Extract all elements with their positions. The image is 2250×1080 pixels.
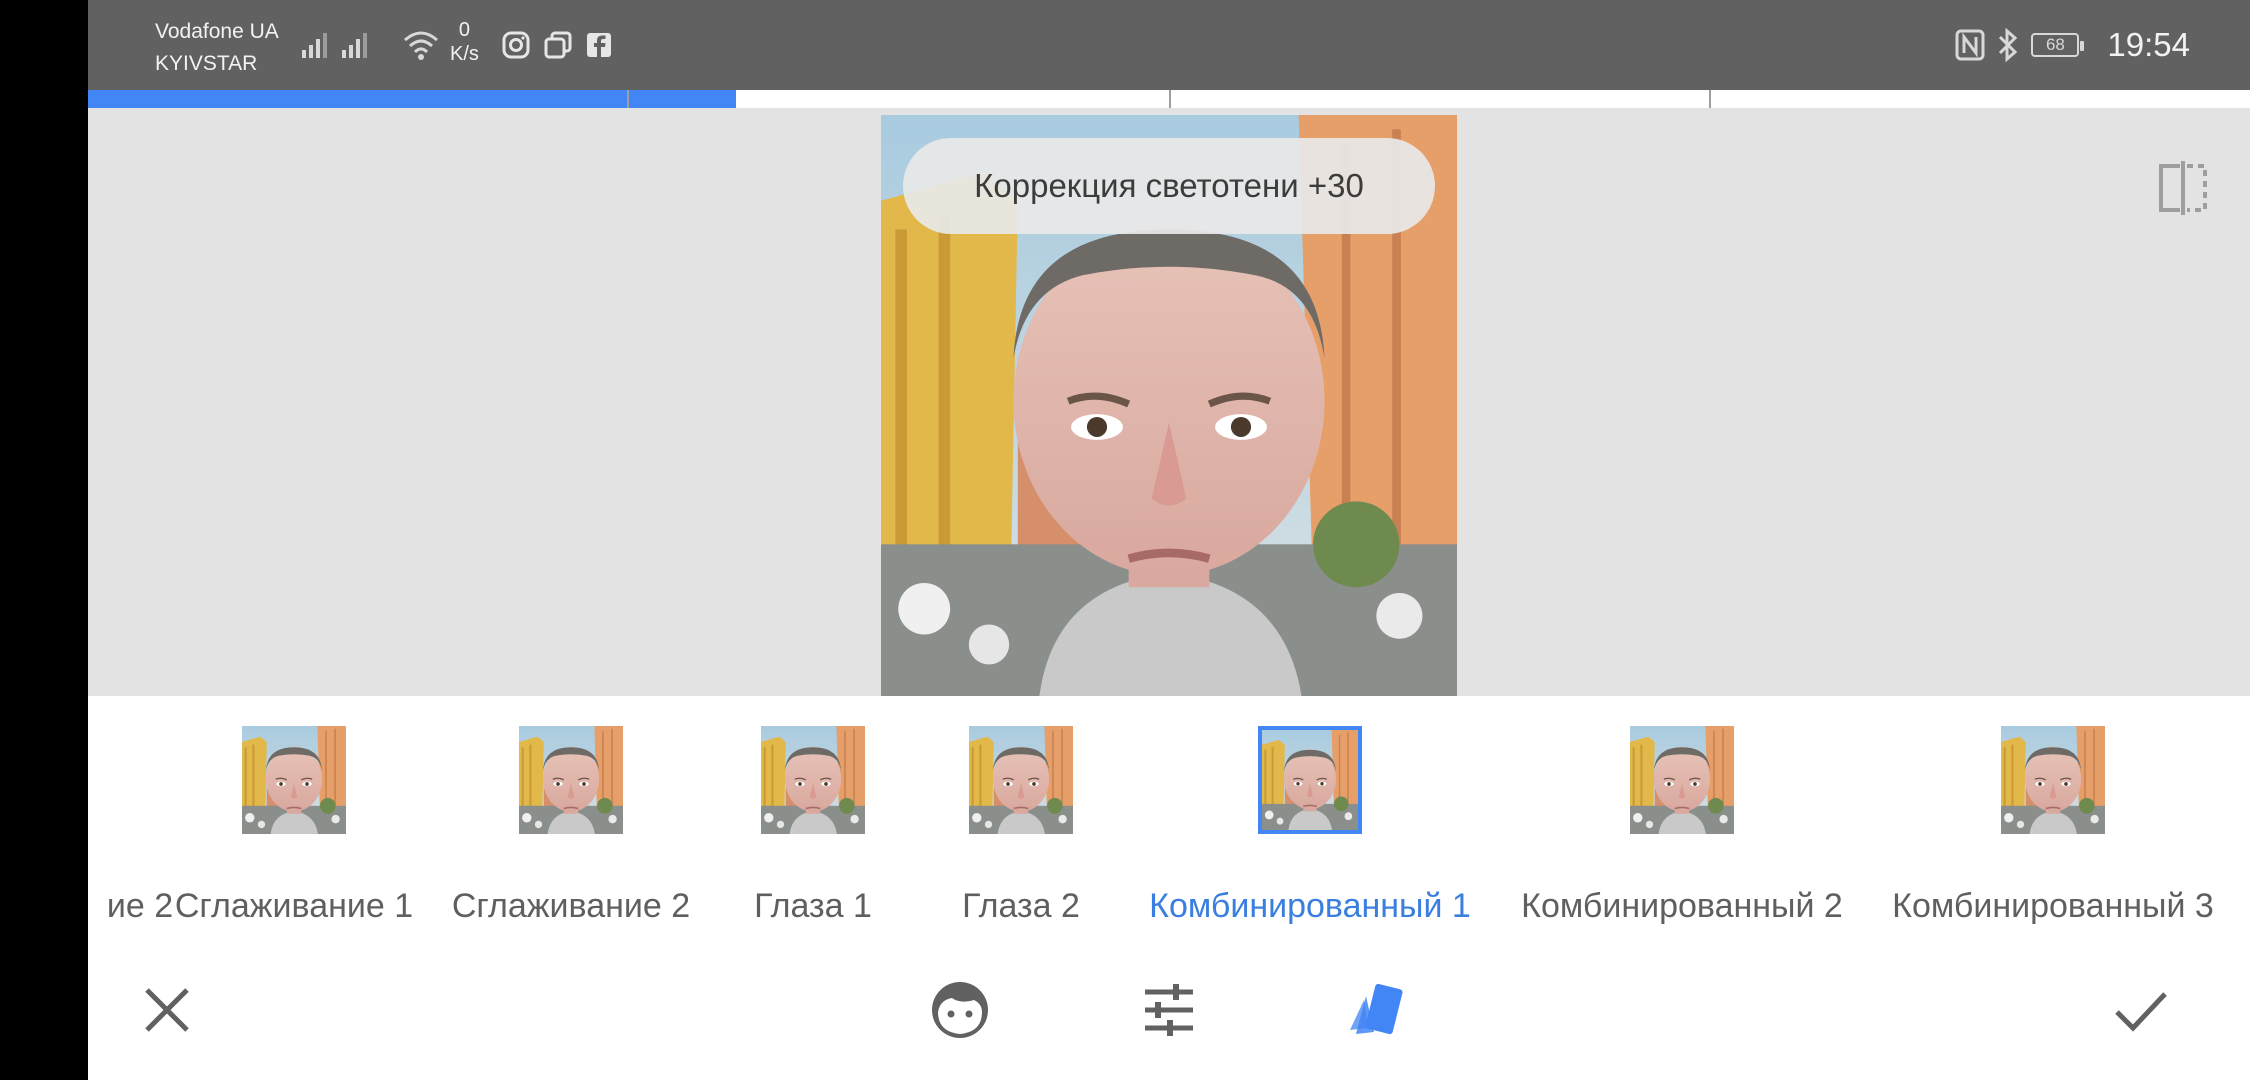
- editor-canvas: Коррекция светотени +30: [88, 108, 2250, 696]
- close-icon[interactable]: [135, 978, 199, 1042]
- battery-level: 68: [2045, 35, 2065, 54]
- filter-thumbnail: [761, 726, 865, 834]
- carrier-2: KYIVSTAR: [155, 52, 258, 75]
- filter-thumbnail: [969, 726, 1073, 834]
- speed-unit: K/s: [450, 43, 479, 65]
- progress-segments: [88, 90, 2250, 108]
- filter-thumbnail: [519, 726, 623, 834]
- filter-thumbnail: [2001, 726, 2105, 834]
- status-bar: Vodafone UA KYIVSTAR 0 K/s 68 19:54: [88, 0, 2250, 90]
- nfc-icon: [1955, 29, 1985, 61]
- photo-editor-app: Vodafone UA KYIVSTAR 0 K/s 68 19:54 Корр…: [88, 0, 2250, 1080]
- filter-label: Сглаживание 2: [451, 887, 691, 925]
- left-black-bar: [0, 0, 88, 1080]
- segment-divider: [1169, 90, 1171, 108]
- filter-strip: ие 2 Сглаживание 1 Сглаживание 2 Глаза 1…: [88, 696, 2250, 930]
- right-status-group: 68 19:54: [1955, 22, 2190, 68]
- facebook-icon: [587, 33, 611, 57]
- bluetooth-icon: [1999, 28, 2018, 62]
- styles-icon[interactable]: [1344, 978, 1408, 1042]
- check-icon[interactable]: [2109, 978, 2173, 1042]
- progress-fill: [88, 90, 736, 108]
- filter-label: Комбинированный 2: [1521, 887, 1843, 925]
- network-speed: 0 K/s: [450, 18, 479, 66]
- filter-label: ие 2: [106, 887, 174, 925]
- adjustment-toast: Коррекция светотени +30: [903, 138, 1435, 234]
- carrier-info: Vodafone UA KYIVSTAR: [155, 16, 279, 80]
- compare-split-icon[interactable]: [2153, 158, 2213, 218]
- filter-label: Сглаживание 1: [174, 887, 414, 925]
- face-icon[interactable]: [928, 978, 992, 1042]
- signal-icon: [302, 30, 327, 58]
- speed-value: 0: [458, 19, 471, 41]
- signal-icon: [342, 30, 367, 58]
- segment-divider: [627, 90, 629, 108]
- filter-thumbnail: [1630, 726, 1734, 834]
- wifi-icon: [404, 31, 438, 60]
- filter-label: Комбинированный 3: [1892, 887, 2214, 925]
- filter-label-selected: Комбинированный 1: [1149, 887, 1471, 925]
- filter-label: Глаза 1: [754, 887, 872, 925]
- filter-thumbnail-selected: [1258, 726, 1362, 834]
- tune-icon[interactable]: [1137, 978, 1201, 1042]
- filter-thumbnail: [242, 726, 346, 834]
- instagram-icon: [502, 31, 530, 59]
- clock: 19:54: [2107, 26, 2190, 63]
- battery-icon: 68: [2031, 33, 2085, 57]
- carrier-1: Vodafone UA: [155, 20, 279, 43]
- segment-divider: [1709, 90, 1711, 108]
- filter-label: Глаза 2: [962, 887, 1080, 925]
- bottom-toolbar: [88, 930, 2250, 1080]
- multi-window-icon: [544, 31, 572, 59]
